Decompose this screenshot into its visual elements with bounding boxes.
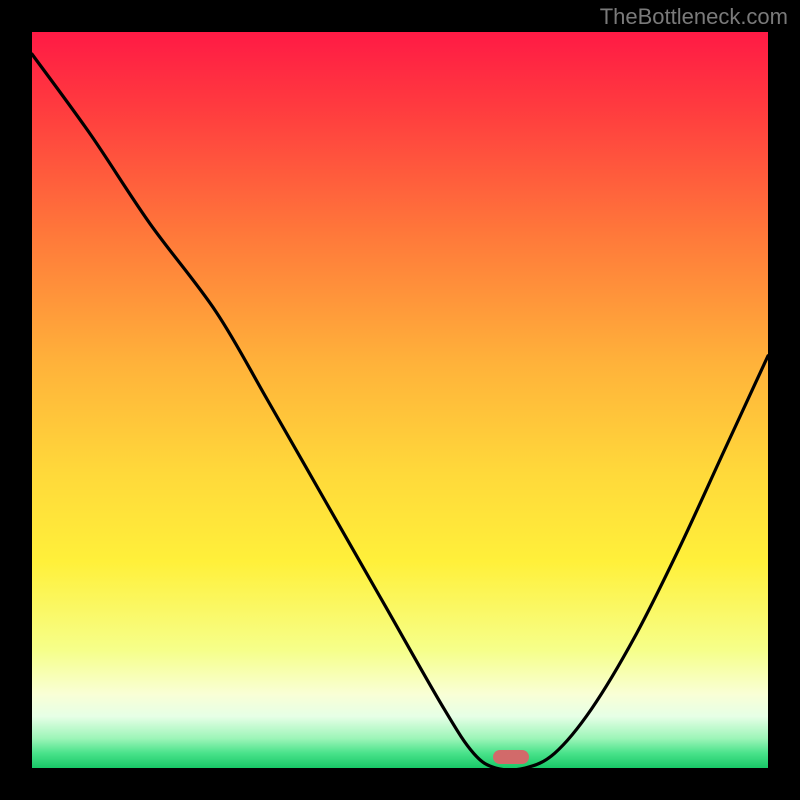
watermark-text: TheBottleneck.com bbox=[600, 4, 788, 30]
plot-area bbox=[32, 32, 768, 768]
curve-path bbox=[32, 54, 768, 768]
optimal-marker bbox=[493, 750, 529, 764]
chart-frame: TheBottleneck.com bbox=[0, 0, 800, 800]
bottleneck-curve bbox=[32, 32, 768, 768]
